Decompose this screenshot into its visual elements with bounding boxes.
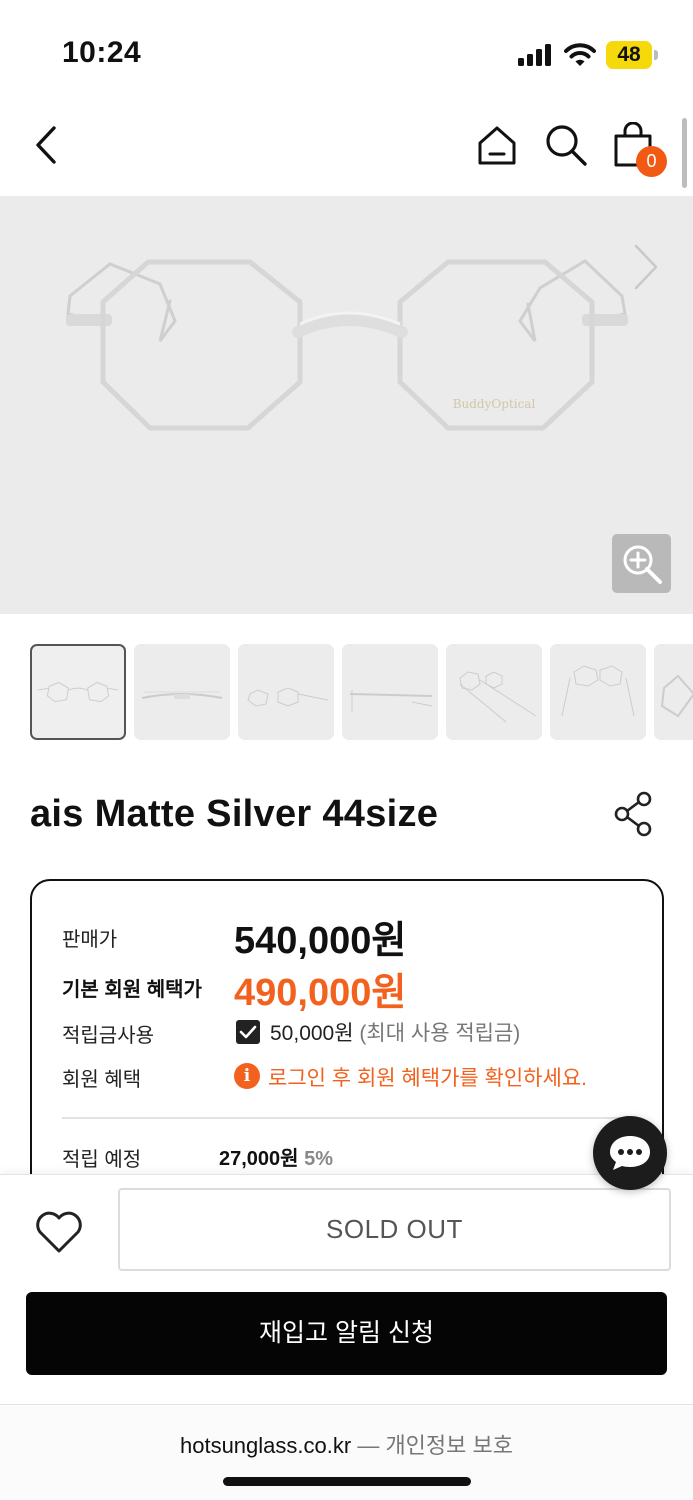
- sold-out-button[interactable]: SOLD OUT: [118, 1188, 671, 1271]
- points-usage-label: 적립금사용: [62, 1025, 154, 1047]
- cellular-signal-icon: [518, 44, 554, 66]
- purchase-action-bar: SOLD OUT 재입고 알림 신청: [0, 1174, 693, 1404]
- heart-icon: [36, 1211, 82, 1253]
- member-price-label: 기본 회원 혜택가: [62, 979, 202, 1001]
- checkmark-icon: [239, 1025, 257, 1039]
- points-note: (최대 사용 적립금): [359, 1022, 521, 1045]
- scroll-indicator: [682, 118, 687, 188]
- top-nav: [0, 100, 693, 196]
- chat-button[interactable]: [593, 1116, 667, 1190]
- next-image-arrow-icon[interactable]: [624, 242, 664, 292]
- earn-points-value: 27,000원 5%: [219, 1142, 333, 1171]
- sale-price: 540,000원: [234, 920, 407, 962]
- points-amount: 50,000원: [270, 1022, 354, 1045]
- divider: [62, 1117, 636, 1119]
- zoom-in-icon: [623, 545, 662, 584]
- product-title: ais Matte Silver 44size: [30, 793, 439, 835]
- status-time: 10:24: [62, 36, 142, 69]
- thumbnail-top[interactable]: [134, 644, 230, 740]
- wishlist-button[interactable]: [34, 1209, 84, 1259]
- browser-url-bar[interactable]: hotsunglass.co.kr — 개인정보 보호: [0, 1404, 693, 1500]
- points-usage-checkbox[interactable]: [236, 1020, 260, 1044]
- chevron-left-icon: [36, 126, 56, 164]
- eyeglasses-product-image: BuddyOptical: [66, 259, 628, 431]
- thumbnail-folded[interactable]: [550, 644, 646, 740]
- product-image-carousel[interactable]: BuddyOptical: [0, 196, 693, 614]
- price-info-box: 판매가 540,000원 기본 회원 혜택가 490,000원 적립금사용 50…: [30, 879, 664, 1209]
- thumbnail-angle[interactable]: [238, 644, 334, 740]
- share-icon: [614, 791, 652, 837]
- thumbnail-side[interactable]: [342, 644, 438, 740]
- member-benefit-label: 회원 혜택: [62, 1069, 142, 1091]
- earn-points-label: 적립 예정: [62, 1149, 142, 1171]
- home-indicator: [223, 1477, 471, 1486]
- cart-count-badge: 0: [636, 146, 667, 177]
- search-button[interactable]: [541, 120, 591, 170]
- battery-icon: 48: [606, 41, 658, 69]
- wifi-icon: [564, 43, 596, 66]
- back-button[interactable]: [22, 120, 72, 170]
- share-button[interactable]: [612, 790, 656, 838]
- login-benefit-link[interactable]: 로그인 후 회원 혜택가를 확인하세요.: [268, 1062, 587, 1092]
- url-separator: —: [357, 1433, 380, 1458]
- thumbnail-detail[interactable]: [654, 644, 693, 740]
- thumbnail-rear[interactable]: [446, 644, 542, 740]
- earn-amount: 27,000원: [219, 1148, 299, 1170]
- earn-rate: 5%: [304, 1148, 334, 1170]
- thumbnail-strip: [30, 644, 693, 740]
- battery-level: 48: [606, 41, 652, 69]
- brand-engraving: BuddyOptical: [453, 397, 536, 411]
- chat-bubble-icon: [610, 1136, 650, 1170]
- home-button[interactable]: [472, 120, 522, 170]
- home-icon: [478, 126, 516, 165]
- url-text: hotsunglass.co.kr — 개인정보 보호: [0, 1428, 693, 1460]
- search-icon: [546, 125, 587, 166]
- thumbnail-front[interactable]: [30, 644, 126, 740]
- info-icon: i: [234, 1063, 260, 1089]
- status-bar: 10:24 48: [0, 0, 693, 100]
- privacy-label: 개인정보 보호: [385, 1433, 513, 1458]
- points-usage-value: 50,000원 (최대 사용 적립금): [270, 1017, 520, 1047]
- sale-price-label: 판매가: [62, 929, 118, 951]
- restock-alert-button[interactable]: 재입고 알림 신청: [26, 1292, 667, 1375]
- member-price: 490,000원: [234, 972, 407, 1014]
- url-domain: hotsunglass.co.kr: [179, 1433, 352, 1458]
- zoom-button[interactable]: [612, 534, 671, 593]
